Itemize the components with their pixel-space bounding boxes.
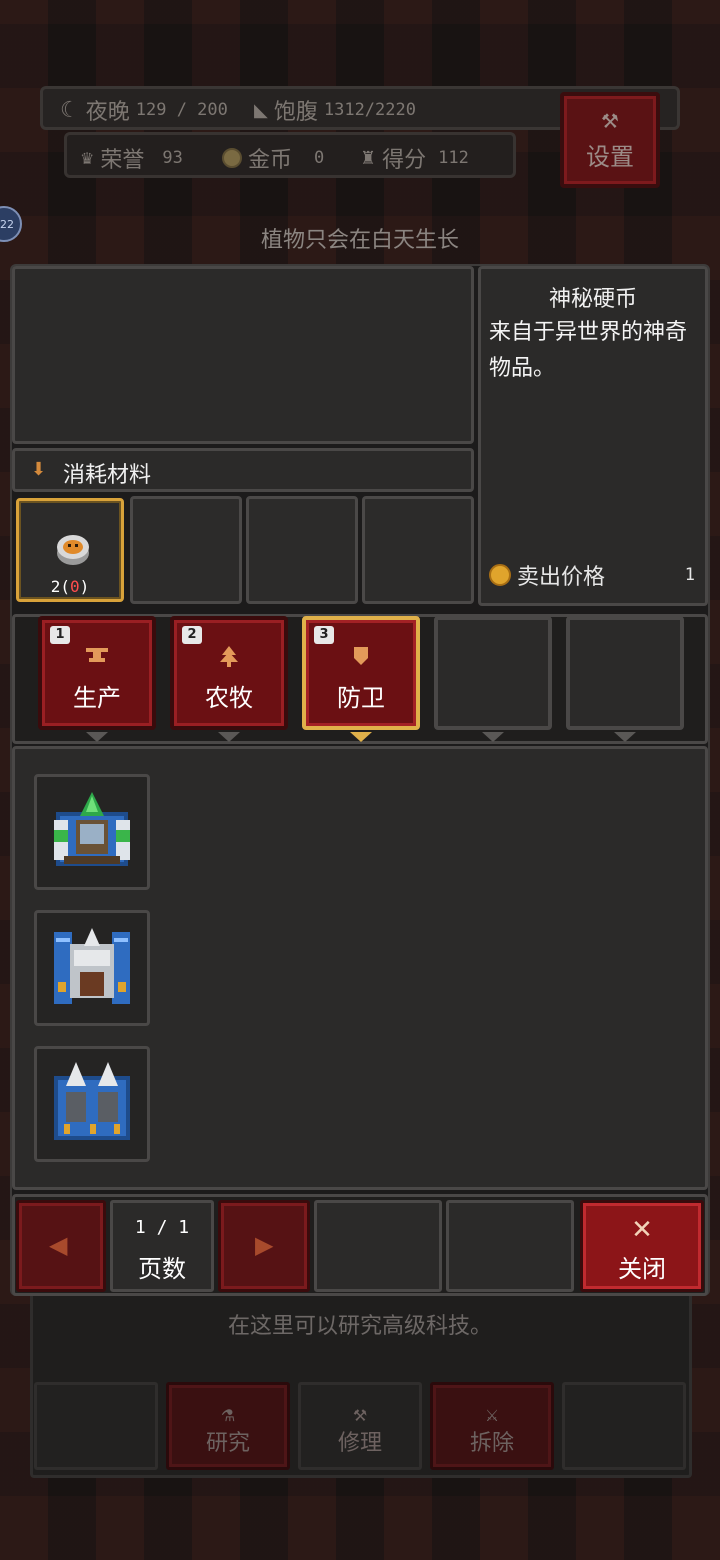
honor-label: 荣誉 [100,148,145,173]
repair-button[interactable]: ⚒ 修理 [298,1382,422,1470]
item-info-panel: 神秘硬币 来自于异世界的神奇物品。 卖出价格 1 [478,266,708,606]
preview-panel [12,266,474,444]
page-label: 页数 [138,1255,186,1283]
close-label: 关闭 [618,1255,666,1283]
twin-spike-tower-icon [54,1062,130,1140]
close-button[interactable]: ✕ 关闭 [580,1200,704,1292]
honor-value: 93 [162,148,183,168]
tab-key: 1 [50,626,70,644]
material-slot-empty[interactable] [362,496,474,604]
sell-price-row: 卖出价格 1 [489,559,695,591]
blue-cannon-tower-icon [54,928,130,1004]
gold-label: 金币 [248,148,293,173]
material-slot-empty[interactable] [246,496,358,604]
tab-key: 3 [314,626,334,644]
tab-arrow [614,732,636,742]
settings-button[interactable]: ⚒ 设置 [560,92,660,188]
materials-header-label: 消耗材料 [63,463,152,488]
building-green-turret[interactable] [34,774,150,890]
tab-key: 2 [182,626,202,644]
item-name: 神秘硬币 [548,287,637,312]
tab-production[interactable]: 1 生产 [38,616,156,742]
night-stat: ☾ 夜晚 129 / 200 [60,94,228,126]
settings-label: 设置 [586,142,634,171]
building-blue-cannon-tower[interactable] [34,910,150,1026]
gold-value: 0 [314,148,325,168]
night-label: 夜晚 [85,100,130,125]
pager-empty-slot [314,1200,442,1292]
sell-price-label: 卖出价格 [517,565,606,590]
gold-coin-icon [489,564,511,586]
background-empty-button-2 [562,1382,686,1470]
close-icon: ✕ [631,1215,653,1245]
drumstick-icon: ◣ [254,99,268,121]
score-value: 112 [438,148,469,168]
page-value: 1 / 1 [134,1217,190,1238]
tab-label: 生产 [73,684,121,712]
night-value: 129 / 200 [135,100,228,120]
item-description: 来自于异世界的神奇物品。 [489,320,688,381]
material-slot-empty[interactable] [130,496,242,604]
tab-farming[interactable]: 2 农牧 [170,616,288,742]
prev-page-button[interactable]: ◀ [16,1200,106,1292]
repair-label: 修理 [337,1431,382,1456]
tab-arrow [350,732,372,742]
demolish-button[interactable]: ⚔ 拆除 [430,1382,554,1470]
moon-icon: ☾ [60,97,80,123]
page-indicator: 1 / 1 页数 [110,1200,214,1292]
tab-defense[interactable]: 3 防卫 [302,616,420,742]
coin-icon [222,148,242,168]
material-slot-count: 2(0) [50,577,90,596]
materials-header: ⬇ 消耗材料 [12,448,474,492]
tab-arrow [86,732,108,742]
sell-price-value: 1 [684,565,695,585]
research-button[interactable]: ⚗ 研究 [166,1382,290,1470]
score-stat: ♜ 得分 112 [360,142,469,174]
demolish-label: 拆除 [469,1431,514,1456]
tab-empty[interactable] [434,616,552,742]
background-empty-button [34,1382,158,1470]
shield-icon [354,647,368,665]
satiety-stat: ◣ 饱腹 1312/2220 [254,94,416,126]
material-slot[interactable]: 2(0) [16,498,124,602]
trophy-icon: ♜ [360,147,377,169]
hint-text: 植物只会在白天生长 [260,228,459,253]
research-label: 研究 [205,1431,250,1456]
crown-icon: ♛ [80,148,95,168]
tab-empty[interactable] [566,616,684,742]
arrow-down-icon: ⬇ [31,459,47,480]
background-panel-text: 在这里可以研究高级科技。 [227,1314,492,1339]
wrench-icon: ⚒ [601,108,619,133]
tab-label: 农牧 [205,684,253,712]
satiety-value: 1312/2220 [323,100,416,120]
mystic-coin-icon [57,535,89,565]
hammer-icon: ⚒ [352,1406,368,1425]
score-label: 得分 [382,148,427,173]
building-twin-spike-tower[interactable] [34,1046,150,1162]
honor-stat: ♛ 荣誉 93 [80,142,183,174]
tab-label: 防卫 [337,684,385,712]
arrow-right-icon: ▶ [255,1231,274,1259]
gold-stat: 金币 0 [222,142,324,174]
satiety-label: 饱腹 [273,100,318,125]
pager-empty-slot [446,1200,574,1292]
green-turret-icon [54,792,130,866]
tree-icon [220,646,238,667]
anvil-icon [86,648,108,662]
tab-arrow [218,732,240,742]
next-page-button[interactable]: ▶ [218,1200,310,1292]
axe-icon: ⚔ [484,1406,500,1425]
research-icon: ⚗ [220,1406,236,1425]
tab-arrow [482,732,504,742]
arrow-left-icon: ◀ [49,1231,68,1259]
